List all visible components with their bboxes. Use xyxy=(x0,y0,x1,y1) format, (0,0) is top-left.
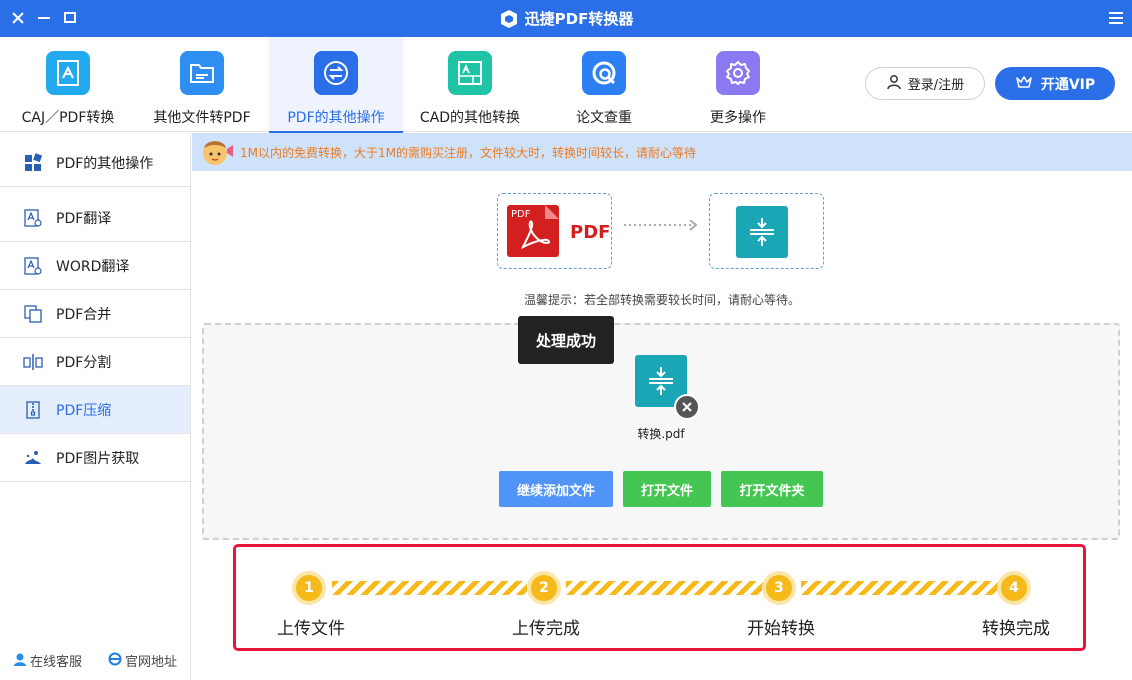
tool-label: 论文查重 xyxy=(576,110,632,126)
mascot-icon xyxy=(200,136,234,168)
step-connector xyxy=(566,581,766,595)
merge-icon xyxy=(22,303,44,325)
login-button[interactable]: 登录/注册 xyxy=(865,67,985,100)
file-name: 转换.pdf xyxy=(637,427,685,441)
tool-label: 更多操作 xyxy=(710,110,766,126)
caj-pdf-icon xyxy=(46,51,90,95)
image-extract-icon xyxy=(22,447,44,469)
sidebar-item-label: PDF分割 xyxy=(56,354,112,371)
step-label: 转换完成 xyxy=(982,619,1050,639)
sidebar-item-label: PDF图片获取 xyxy=(56,450,140,467)
tool-more[interactable]: 更多操作 xyxy=(671,37,805,132)
target-format-box xyxy=(709,193,824,269)
tool-pdf-other[interactable]: PDF的其他操作 xyxy=(269,37,403,133)
pdf-file-icon: PDF xyxy=(507,205,559,257)
step-number: 1 xyxy=(292,571,326,605)
folder-icon xyxy=(180,51,224,95)
headset-icon xyxy=(13,652,27,670)
step-label: 上传文件 xyxy=(277,619,345,639)
cad-icon xyxy=(448,51,492,95)
main-toolbar: CAJ／PDF转换 其他文件转PDF PDF的其他操作 CAD的其他转换 论文查… xyxy=(0,37,1132,133)
grid-icon xyxy=(22,152,44,174)
title-bar: 迅捷PDF转换器 xyxy=(0,0,1132,37)
menu-icon[interactable] xyxy=(1106,8,1126,28)
sidebar-item-label: PDF翻译 xyxy=(56,210,112,227)
website-link[interactable]: 官网地址 xyxy=(108,651,177,670)
app-title: 迅捷PDF转换器 xyxy=(524,10,634,28)
progress-steps: 1 2 3 4 上传文件 上传完成 开始转换 转换完成 xyxy=(233,544,1086,651)
window-title: 迅捷PDF转换器 xyxy=(0,0,1132,37)
sidebar-item-pdf-compress[interactable]: PDF压缩 xyxy=(0,386,190,434)
sidebar-item-pdf-split[interactable]: PDF分割 xyxy=(0,338,190,386)
translate-icon xyxy=(22,255,44,277)
step-connector xyxy=(801,581,1001,595)
tool-cad-other[interactable]: CAD的其他转换 xyxy=(403,37,537,132)
sidebar-footer: 在线客服 官网地址 xyxy=(0,651,190,670)
login-label: 登录/注册 xyxy=(907,78,965,93)
open-folder-button[interactable]: 打开文件夹 xyxy=(721,471,823,507)
step-number: 2 xyxy=(527,571,561,605)
gear-icon xyxy=(716,51,760,95)
tool-label: PDF的其他操作 xyxy=(287,110,385,126)
sidebar-item-label: PDF合并 xyxy=(56,306,112,323)
source-format-label: PDF xyxy=(570,222,611,243)
tool-paper-check[interactable]: 论文查重 xyxy=(537,37,671,132)
vip-label: 开通VIP xyxy=(1040,76,1096,93)
success-toast: 处理成功 xyxy=(518,316,614,364)
open-file-button[interactable]: 打开文件 xyxy=(623,471,711,507)
sidebar: PDF的其他操作 PDF翻译 WORD翻译 PDF合并 PDF分割 PDF压缩 xyxy=(0,133,191,680)
sidebar-item-label: PDF压缩 xyxy=(56,402,112,419)
tool-label: CAD的其他转换 xyxy=(419,110,521,126)
tool-other-to-pdf[interactable]: 其他文件转PDF xyxy=(135,37,269,132)
step-label: 上传完成 xyxy=(512,619,580,639)
step-number: 3 xyxy=(762,571,796,605)
vip-button[interactable]: 开通VIP xyxy=(995,67,1115,100)
sidebar-item-label: WORD翻译 xyxy=(56,258,130,275)
add-more-files-button[interactable]: 继续添加文件 xyxy=(499,471,613,507)
swap-icon xyxy=(314,51,358,95)
sidebar-item-pdf-other[interactable]: PDF的其他操作 xyxy=(0,139,190,187)
compress-icon xyxy=(736,206,788,258)
source-format-box: PDF PDF xyxy=(497,193,612,269)
sidebar-item-pdf-translate[interactable]: PDF翻译 xyxy=(0,194,190,242)
crown-icon xyxy=(1015,74,1033,94)
app-logo-icon xyxy=(499,9,519,29)
step-connector xyxy=(332,581,527,595)
online-service-link[interactable]: 在线客服 xyxy=(13,651,82,670)
step-label: 开始转换 xyxy=(747,619,815,639)
sidebar-item-label: PDF的其他操作 xyxy=(56,155,154,172)
zip-icon xyxy=(22,399,44,421)
flow-arrow-icon xyxy=(624,219,702,231)
notice-bar: 1M以内的免费转换，大于1M的需购买注册，文件较大时，转换时间较长，请耐心等待 xyxy=(192,133,1132,171)
website-label: 官网地址 xyxy=(124,655,177,670)
split-icon xyxy=(22,351,44,373)
user-icon xyxy=(886,74,902,94)
paper-check-icon xyxy=(582,51,626,95)
translate-icon xyxy=(22,207,44,229)
tool-label: 其他文件转PDF xyxy=(153,110,251,126)
sidebar-item-pdf-merge[interactable]: PDF合并 xyxy=(0,290,190,338)
notice-text: 1M以内的免费转换，大于1M的需购买注册，文件较大时，转换时间较长，请耐心等待 xyxy=(240,145,696,160)
sidebar-item-pdf-image[interactable]: PDF图片获取 xyxy=(0,434,190,482)
browser-icon xyxy=(108,652,122,670)
remove-file-icon[interactable] xyxy=(674,394,700,420)
tip-text: 温馨提示：若全部转换需要较长时间，请耐心等待。 xyxy=(523,293,800,307)
step-number: 4 xyxy=(997,571,1031,605)
tool-caj-pdf[interactable]: CAJ／PDF转换 xyxy=(1,37,135,132)
tool-label: CAJ／PDF转换 xyxy=(21,110,115,126)
online-service-label: 在线客服 xyxy=(29,655,82,670)
sidebar-item-word-translate[interactable]: WORD翻译 xyxy=(0,242,190,290)
